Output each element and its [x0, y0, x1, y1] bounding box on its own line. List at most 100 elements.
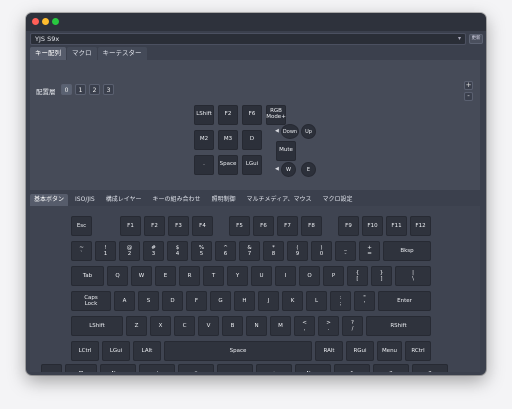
key-f4[interactable]: F4: [192, 216, 213, 236]
key-numpad-slash[interactable]: /: [139, 364, 175, 372]
key-quote[interactable]: " ': [354, 291, 375, 311]
key-6[interactable]: ^ 6: [215, 241, 236, 261]
encoder-1-left[interactable]: Down: [281, 124, 299, 139]
key-equal[interactable]: + =: [359, 241, 380, 261]
refresh-button[interactable]: 更新: [469, 34, 483, 44]
key-e[interactable]: E: [155, 266, 176, 286]
key-numpad-3[interactable]: 3: [412, 364, 448, 372]
key-l[interactable]: L: [306, 291, 327, 311]
tab-macro[interactable]: マクロ: [67, 47, 97, 60]
key-semicolon[interactable]: : ;: [330, 291, 351, 311]
key-space[interactable]: Space: [164, 341, 312, 361]
key-right-alt[interactable]: RAlt: [315, 341, 343, 361]
key-f3[interactable]: F3: [168, 216, 189, 236]
key-n[interactable]: N: [246, 316, 267, 336]
key-u[interactable]: U: [251, 266, 272, 286]
key-z[interactable]: Z: [126, 316, 147, 336]
key-r[interactable]: R: [179, 266, 200, 286]
key-f1[interactable]: F1: [120, 216, 141, 236]
macro-key-lgui[interactable]: LGui: [242, 155, 262, 175]
key-right-ctrl[interactable]: RCtrl: [405, 341, 431, 361]
layer-button-2[interactable]: 2: [89, 84, 100, 95]
key-t[interactable]: T: [203, 266, 224, 286]
macro-key-m2[interactable]: M2: [194, 130, 214, 150]
key-f8[interactable]: F8: [301, 216, 322, 236]
device-select[interactable]: YJS S9x ▾: [30, 33, 466, 45]
key-left-gui[interactable]: LGui: [102, 341, 130, 361]
key-f[interactable]: F: [186, 291, 207, 311]
key-m[interactable]: M: [270, 316, 291, 336]
key-f12[interactable]: F12: [410, 216, 431, 236]
key-numpad-plus[interactable]: +: [256, 364, 292, 372]
close-window-button[interactable]: [32, 18, 39, 25]
minimize-window-button[interactable]: [42, 18, 49, 25]
key-left-alt[interactable]: LAlt: [133, 341, 161, 361]
zoom-window-button[interactable]: [52, 18, 59, 25]
key-3[interactable]: # 3: [143, 241, 164, 261]
key-h[interactable]: H: [234, 291, 255, 311]
layer-button-1[interactable]: 1: [75, 84, 86, 95]
key-f9[interactable]: F9: [338, 216, 359, 236]
macro-key-mute[interactable]: Mute: [276, 141, 296, 161]
encoder-2-right[interactable]: E: [301, 162, 316, 177]
tab-keymap[interactable]: キー配列: [30, 47, 66, 60]
key-row7-blank[interactable]: [41, 364, 62, 372]
zoom-out-button[interactable]: -: [464, 92, 473, 101]
key-numpad-1[interactable]: 1: [334, 364, 370, 372]
macro-key-rgb-mode[interactable]: RGB Mode+: [266, 105, 286, 125]
key-minus[interactable]: _ -: [335, 241, 356, 261]
layer-button-0[interactable]: 0: [61, 84, 72, 95]
key-caps-lock[interactable]: Caps Lock: [71, 291, 111, 311]
key-j[interactable]: J: [258, 291, 279, 311]
layer-button-3[interactable]: 3: [103, 84, 114, 95]
key-4[interactable]: $ 4: [167, 241, 188, 261]
key-y[interactable]: Y: [227, 266, 248, 286]
key-left-ctrl[interactable]: LCtrl: [71, 341, 99, 361]
key-8[interactable]: * 8: [263, 241, 284, 261]
key-i[interactable]: I: [275, 266, 296, 286]
key-numpad-asterisk[interactable]: *: [178, 364, 214, 372]
macro-key-f2[interactable]: F2: [218, 105, 238, 125]
key-comma[interactable]: < ,: [294, 316, 315, 336]
tab-iso-jis[interactable]: ISO/JIS: [71, 194, 99, 206]
tab-lighting[interactable]: 照明制御: [208, 194, 240, 206]
encoder-1-right[interactable]: Up: [301, 124, 316, 139]
key-v[interactable]: V: [198, 316, 219, 336]
key-f6[interactable]: F6: [253, 216, 274, 236]
key-tab[interactable]: Tab: [71, 266, 104, 286]
key-1[interactable]: ! 1: [95, 241, 116, 261]
key-g[interactable]: G: [210, 291, 231, 311]
key-numpad-2[interactable]: 2: [373, 364, 409, 372]
key-c[interactable]: C: [174, 316, 195, 336]
key-a[interactable]: A: [114, 291, 135, 311]
tab-macro-settings[interactable]: マクロ設定: [319, 194, 357, 206]
key-p[interactable]: P: [323, 266, 344, 286]
key-f7[interactable]: F7: [277, 216, 298, 236]
tab-layers[interactable]: 構成レイヤー: [102, 194, 146, 206]
key-f2[interactable]: F2: [144, 216, 165, 236]
key-grave[interactable]: ~ `: [71, 241, 92, 261]
tab-key-combos[interactable]: キーの組み合わせ: [149, 194, 205, 206]
key-backslash[interactable]: | \: [395, 266, 431, 286]
zoom-in-button[interactable]: +: [464, 81, 473, 90]
tab-key-tester[interactable]: キーテスター: [97, 47, 147, 60]
key-period[interactable]: > .: [318, 316, 339, 336]
key-7[interactable]: & 7: [239, 241, 260, 261]
key-b[interactable]: B: [222, 316, 243, 336]
macro-key-d[interactable]: D: [242, 130, 262, 150]
key-f11[interactable]: F11: [386, 216, 407, 236]
key-enter[interactable]: Enter: [378, 291, 431, 311]
macro-key-lshift[interactable]: LShift: [194, 105, 214, 125]
key-right-gui[interactable]: RGui: [346, 341, 374, 361]
macro-key-space[interactable]: Space: [218, 155, 238, 175]
key-5[interactable]: % 5: [191, 241, 212, 261]
key-left-shift[interactable]: LShift: [71, 316, 123, 336]
key-left-bracket[interactable]: { [: [347, 266, 368, 286]
key-numlock[interactable]: Num: [100, 364, 136, 372]
key-esc[interactable]: Esc: [71, 216, 92, 236]
key-f10[interactable]: F10: [362, 216, 383, 236]
tab-media-mouse[interactable]: マルチメディア、マウス: [243, 194, 316, 206]
key-menu[interactable]: Menu: [377, 341, 402, 361]
key-q[interactable]: Q: [107, 266, 128, 286]
key-9[interactable]: ( 9: [287, 241, 308, 261]
